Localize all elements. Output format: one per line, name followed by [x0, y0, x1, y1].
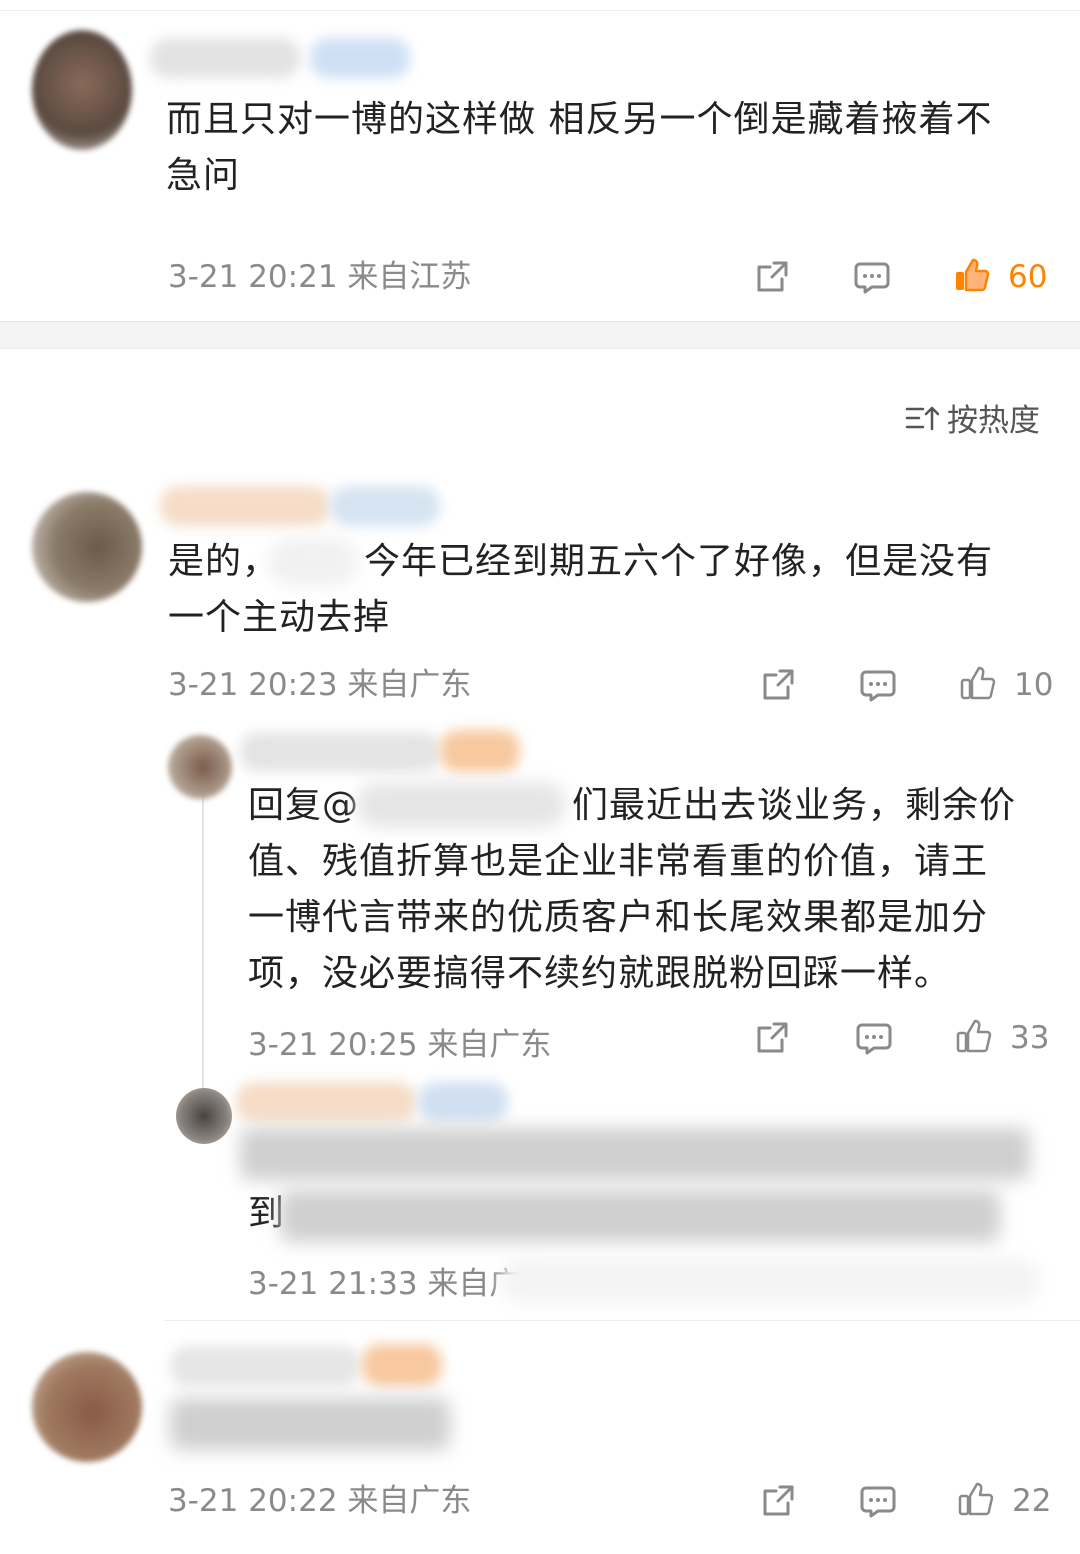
- like-icon[interactable]: [956, 1479, 996, 1519]
- avatar[interactable]: [32, 1352, 142, 1462]
- user-badge: [330, 486, 440, 526]
- blurred-reply-text: [280, 1190, 1000, 1242]
- username[interactable]: [170, 1346, 360, 1386]
- comment-text: 急问: [166, 155, 241, 196]
- user-badge: [310, 38, 410, 78]
- blurred-comment-text: [170, 1398, 450, 1450]
- top-divider: [0, 10, 1080, 11]
- blurred-reply-text: [240, 1128, 1030, 1180]
- username[interactable]: [240, 732, 440, 772]
- comment-meta: 3-21 20:22 来自广东: [168, 1483, 472, 1519]
- comment-icon[interactable]: [858, 1481, 898, 1521]
- comment-text: 是的，: [168, 541, 280, 582]
- user-badge: [418, 1082, 508, 1122]
- reply-thread-line: [202, 760, 204, 1095]
- reply-text: 们最近出去谈业务，剩余价: [572, 785, 1017, 826]
- share-icon[interactable]: [758, 1481, 798, 1521]
- like-count: 22: [1012, 1483, 1052, 1519]
- like-icon[interactable]: [952, 255, 992, 295]
- share-icon[interactable]: [752, 1018, 792, 1058]
- sort-label: 按热度: [947, 403, 1040, 439]
- reply-meta: 3-21 21:33 来自广: [248, 1266, 521, 1302]
- comment-text: 一个主动去掉: [168, 597, 391, 638]
- reply-text: 值、残值折算也是企业非常看重的价值，请王: [248, 841, 989, 882]
- comment-icon[interactable]: [852, 257, 892, 297]
- comment-icon[interactable]: [858, 665, 898, 705]
- reply-text: 回复@: [248, 785, 360, 826]
- username[interactable]: [150, 38, 300, 78]
- redacted-mention: [356, 782, 566, 828]
- like-count: 10: [1014, 667, 1054, 703]
- avatar[interactable]: [168, 735, 232, 799]
- comment-icon[interactable]: [854, 1018, 894, 1058]
- avatar[interactable]: [32, 30, 132, 150]
- reply-meta: 3-21 20:25 来自广东: [248, 1027, 552, 1063]
- like-count: 60: [1008, 259, 1048, 295]
- share-icon[interactable]: [752, 257, 792, 297]
- user-badge: [440, 730, 520, 772]
- sort-button[interactable]: 按热度: [905, 395, 1040, 440]
- redacted-mention: [268, 538, 358, 586]
- redacted-area: [500, 1258, 1040, 1304]
- reply-text: 一博代言带来的优质客户和长尾效果都是加分: [248, 897, 989, 938]
- comment-text: 今年已经到期五六个了好像，但是没有: [364, 541, 994, 582]
- user-badge: [362, 1344, 442, 1386]
- comment-divider: [165, 1320, 1080, 1321]
- avatar[interactable]: [32, 492, 142, 602]
- section-separator: [0, 321, 1080, 349]
- username[interactable]: [160, 486, 330, 526]
- like-icon[interactable]: [958, 663, 998, 703]
- avatar[interactable]: [176, 1088, 232, 1144]
- reply-text: 项，没必要搞得不续约就跟脱粉回踩一样。: [248, 953, 952, 994]
- sort-icon: [905, 406, 939, 430]
- comment-meta: 3-21 20:23 来自广东: [168, 667, 472, 703]
- like-count: 33: [1010, 1020, 1050, 1056]
- like-icon[interactable]: [954, 1016, 994, 1056]
- share-icon[interactable]: [758, 665, 798, 705]
- comment-text: 而且只对一博的这样做 相反另一个倒是藏着掖着不: [166, 99, 993, 140]
- username[interactable]: [236, 1082, 416, 1122]
- comment-meta: 3-21 20:21 来自江苏: [168, 259, 472, 295]
